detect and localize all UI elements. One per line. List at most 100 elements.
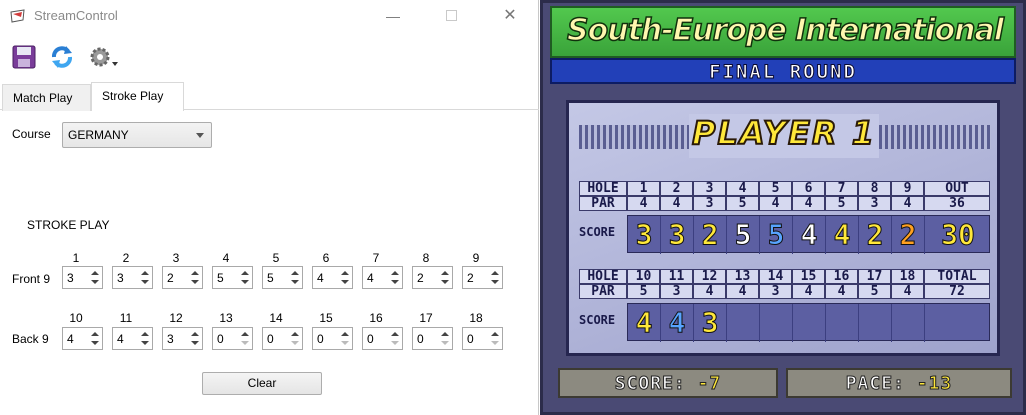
increment-icon[interactable]: [389, 329, 400, 339]
player-name: PLAYER 1: [689, 113, 879, 158]
hole-score-spinbox[interactable]: 4: [62, 327, 103, 350]
score-row-label: SCORE: [579, 313, 616, 327]
tab-stroke-play[interactable]: Stroke Play: [91, 82, 184, 111]
hole-score-value: 2: [167, 271, 174, 285]
decrement-icon[interactable]: [489, 278, 500, 288]
increment-icon[interactable]: [289, 329, 300, 339]
increment-icon[interactable]: [139, 329, 150, 339]
decrement-icon[interactable]: [439, 278, 450, 288]
hole-score: 2: [899, 218, 917, 252]
hole-score-spinbox[interactable]: 3: [112, 266, 153, 289]
increment-icon[interactable]: [439, 268, 450, 278]
hole-score-spinbox[interactable]: 3: [162, 327, 203, 350]
score-row: 3 3 2 5 5 4 4 2 2 30: [627, 215, 990, 254]
increment-icon[interactable]: [89, 268, 100, 278]
hole-score: 3: [635, 218, 653, 252]
hole-score-spinbox[interactable]: 4: [112, 327, 153, 350]
increment-icon[interactable]: [239, 268, 250, 278]
hole-score-spinbox[interactable]: 2: [162, 266, 203, 289]
hole-number: 12: [169, 311, 183, 325]
decrement-icon[interactable]: [489, 339, 500, 349]
hole-number: 5: [759, 181, 792, 196]
decrement-icon[interactable]: [289, 278, 300, 288]
clear-button[interactable]: Clear: [202, 372, 322, 395]
decrement-icon[interactable]: [189, 339, 200, 349]
hole-score-spinbox[interactable]: 0: [362, 327, 403, 350]
hole-number: 10: [627, 269, 660, 284]
hole-number: 14: [759, 269, 792, 284]
decrement-icon[interactable]: [389, 278, 400, 288]
score-cell: [892, 304, 925, 342]
increment-icon[interactable]: [289, 268, 300, 278]
toolbar: [0, 38, 539, 78]
tab-bar: Match Play Stroke Play: [0, 82, 539, 111]
hole-number: 8: [422, 251, 430, 265]
increment-icon[interactable]: [439, 329, 450, 339]
tab-match-play[interactable]: Match Play: [2, 84, 91, 111]
decrement-icon[interactable]: [89, 278, 100, 288]
hole-par: 4: [792, 284, 825, 299]
hole-score-spinbox[interactable]: 4: [312, 266, 353, 289]
increment-icon[interactable]: [189, 268, 200, 278]
refresh-icon[interactable]: [48, 44, 76, 70]
decrement-icon[interactable]: [89, 339, 100, 349]
pace-value: -13: [916, 373, 953, 395]
hole-score-spinbox[interactable]: 5: [262, 266, 303, 289]
score-cell: [760, 304, 793, 342]
close-icon[interactable]: ✕: [500, 6, 520, 26]
hole-header-label: HOLE: [579, 181, 627, 196]
decrement-icon[interactable]: [139, 339, 150, 349]
gear-icon[interactable]: [87, 44, 121, 70]
increment-icon[interactable]: [139, 268, 150, 278]
increment-icon[interactable]: [339, 268, 350, 278]
save-icon[interactable]: [10, 44, 38, 70]
hole-score: 5: [767, 218, 785, 252]
hole-score-value: 0: [467, 332, 474, 346]
decrement-icon[interactable]: [439, 339, 450, 349]
increment-icon[interactable]: [389, 268, 400, 278]
course-select[interactable]: GERMANY: [62, 122, 212, 148]
round-banner: FINAL ROUND: [550, 58, 1016, 84]
minimize-icon[interactable]: —: [383, 6, 403, 26]
hole-number: 16: [825, 269, 858, 284]
hole-score-spinbox[interactable]: 2: [462, 266, 503, 289]
decrement-icon[interactable]: [189, 278, 200, 288]
increment-icon[interactable]: [489, 329, 500, 339]
course-value: GERMANY: [68, 128, 129, 142]
decrement-icon[interactable]: [139, 278, 150, 288]
decrement-icon[interactable]: [289, 339, 300, 349]
hole-par: 4: [693, 284, 726, 299]
increment-icon[interactable]: [189, 329, 200, 339]
hole-par: 4: [627, 196, 660, 211]
hole-number: 7: [372, 251, 380, 265]
decrement-icon[interactable]: [389, 339, 400, 349]
increment-icon[interactable]: [489, 268, 500, 278]
increment-icon[interactable]: [339, 329, 350, 339]
hole-score-spinbox[interactable]: 3: [62, 266, 103, 289]
hole-score-spinbox[interactable]: 0: [412, 327, 453, 350]
summary-par: 72: [924, 284, 990, 299]
increment-icon[interactable]: [89, 329, 100, 339]
hole-score-spinbox[interactable]: 0: [262, 327, 303, 350]
hole-score-spinbox[interactable]: 0: [212, 327, 253, 350]
hole-score-value: 3: [117, 271, 124, 285]
decrement-icon[interactable]: [339, 339, 350, 349]
title-bar: StreamControl — ✕: [0, 0, 539, 32]
hole-score-spinbox[interactable]: 5: [212, 266, 253, 289]
hole-score: 3: [668, 218, 686, 252]
hole-score-value: 0: [417, 332, 424, 346]
window-title: StreamControl: [34, 8, 118, 23]
hole-score-spinbox[interactable]: 0: [462, 327, 503, 350]
decrement-icon[interactable]: [239, 278, 250, 288]
hole-number: 15: [319, 311, 333, 325]
decrement-icon[interactable]: [239, 339, 250, 349]
hole-number: 13: [219, 311, 233, 325]
maximize-icon[interactable]: [441, 6, 461, 26]
hole-score-spinbox[interactable]: 2: [412, 266, 453, 289]
app-icon: [10, 9, 25, 23]
increment-icon[interactable]: [239, 329, 250, 339]
hole-score-spinbox[interactable]: 4: [362, 266, 403, 289]
hole-score-spinbox[interactable]: 0: [312, 327, 353, 350]
decrement-icon[interactable]: [339, 278, 350, 288]
score-cell: [793, 304, 826, 342]
